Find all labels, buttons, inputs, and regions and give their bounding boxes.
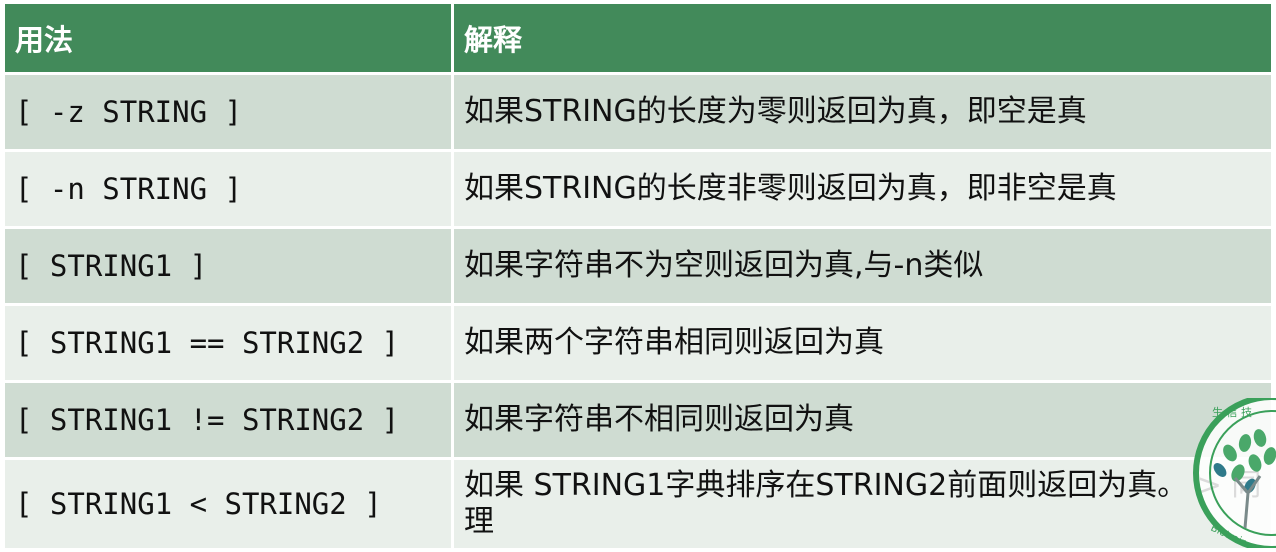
explanation-cell: 如果STRING的长度为零则返回为真，即空是真 — [464, 94, 1087, 129]
table-row: [ STRING1 == STRING2 ] 如果两个字符串相同则返回为真 — [5, 306, 1271, 383]
header-explanation: 解释 — [464, 23, 523, 57]
explanation-cell: 如果字符串不相同则返回为真 — [464, 402, 854, 437]
table-header-row: 用法 解释 — [5, 4, 1271, 75]
header-usage: 用法 — [5, 4, 454, 72]
table-row: [ STRING1 < STRING2 ] 如果 STRING1字典排序在STR… — [5, 460, 1271, 548]
explanation-cell: 如果字符串不为空则返回为真,与-n类似 — [464, 248, 984, 283]
usage-cell: [ STRING1 ] — [5, 229, 454, 303]
string-test-table: 用法 解释 [ -z STRING ] 如果STRING的长度为零则返回为真，即… — [5, 4, 1271, 548]
usage-cell: [ STRING1 == STRING2 ] — [5, 306, 454, 380]
explanation-cell: 如果 STRING1字典排序在STRING2前面则返回为真。 > 同理 — [464, 468, 1262, 539]
svg-text:生 信 技: 生 信 技 — [1212, 405, 1252, 419]
usage-cell: [ -n STRING ] — [5, 152, 454, 226]
explanation-cell: 如果两个字符串相同则返回为真 — [464, 325, 884, 360]
explanation-cell: 如果STRING的长度非零则返回为真，即非空是真 — [464, 171, 1117, 206]
table-row: [ -z STRING ] 如果STRING的长度为零则返回为真，即空是真 — [5, 75, 1271, 152]
table-row: [ STRING1 != STRING2 ] 如果字符串不相同则返回为真 — [5, 383, 1271, 460]
table-row: [ -n STRING ] 如果STRING的长度非零则返回为真，即非空是真 — [5, 152, 1271, 229]
table-row: [ STRING1 ] 如果字符串不为空则返回为真,与-n类似 — [5, 229, 1271, 306]
usage-cell: [ STRING1 < STRING2 ] — [5, 460, 454, 548]
usage-cell: [ STRING1 != STRING2 ] — [5, 383, 454, 457]
biotrainee-logo-watermark: 生 信 技 Biotrain — [1193, 398, 1276, 548]
usage-cell: [ -z STRING ] — [5, 75, 454, 149]
